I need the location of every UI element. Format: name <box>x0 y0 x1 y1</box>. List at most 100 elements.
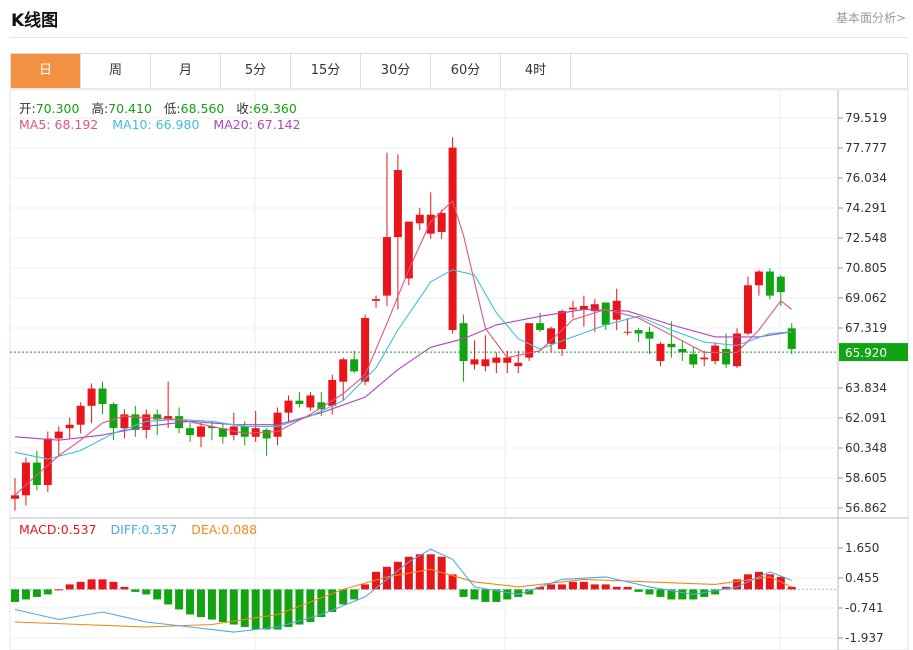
candle-body <box>196 426 205 437</box>
price-tick-label: 62.091 <box>845 411 887 425</box>
candle-body <box>492 357 501 363</box>
candle-body <box>722 348 731 365</box>
macd-bar <box>678 589 687 600</box>
macd-tick-label: 1.650 <box>845 541 879 555</box>
candle-body <box>393 169 402 238</box>
macd-bar <box>481 589 490 602</box>
ma5-label: MA5: <box>19 117 51 132</box>
macd-bar <box>634 589 643 592</box>
open-value: 70.300 <box>35 101 80 116</box>
macd-bar <box>656 589 665 597</box>
macd-tick-label: -1.937 <box>845 631 884 645</box>
candle-body <box>711 345 720 362</box>
candle-body <box>76 405 85 425</box>
ma20-label: MA20: <box>213 117 253 132</box>
candle-body <box>754 271 763 286</box>
macd-bar <box>21 589 30 600</box>
macd-bar <box>251 589 260 630</box>
candle-body <box>776 276 785 293</box>
candle-body <box>536 323 545 331</box>
high-value: 70.410 <box>108 101 152 116</box>
macd-bar <box>87 579 96 590</box>
macd-bar <box>273 589 282 630</box>
candle-body <box>11 495 19 499</box>
candle-body <box>787 328 796 349</box>
macd-bar <box>186 589 195 615</box>
macd-tick-label: -0.741 <box>845 601 884 615</box>
macd-bar <box>131 589 140 592</box>
close-label: 收: <box>236 101 254 116</box>
candle-body <box>601 302 610 325</box>
candle-body <box>623 331 632 333</box>
macd-bar <box>153 589 162 600</box>
macd-bar <box>558 584 566 590</box>
macd-bar <box>142 589 151 595</box>
macd-bar <box>164 589 173 605</box>
candle-body <box>470 359 479 365</box>
candle-body <box>339 359 348 382</box>
macd-bar <box>754 571 763 590</box>
macd-bar <box>612 586 621 590</box>
price-tick-label: 58.605 <box>845 471 887 485</box>
candle-body <box>65 424 74 429</box>
macd-bar <box>339 589 348 605</box>
macd-bar <box>459 589 468 597</box>
price-tick-label: 74.291 <box>845 201 887 215</box>
candle-body <box>350 359 359 372</box>
candle-body <box>678 348 687 353</box>
macd-bar <box>109 581 118 590</box>
macd-bar <box>503 589 512 600</box>
candle-body <box>87 388 96 406</box>
candle-body <box>656 343 665 362</box>
open-label: 开: <box>19 101 36 116</box>
price-tick-label: 72.548 <box>845 231 887 245</box>
ohlc-readout: 开:70.300 高:70.410 低:68.560 收:69.360 <box>19 98 297 117</box>
candle-body <box>186 428 195 436</box>
macd-label: MACD: <box>19 522 61 537</box>
macd-bar <box>547 584 556 590</box>
candle-body <box>262 429 271 439</box>
candle-body <box>372 299 381 301</box>
diff-label: DIFF: <box>110 522 142 537</box>
macd-bar <box>426 554 435 590</box>
price-tick-label: 76.034 <box>845 171 887 185</box>
macd-bar <box>262 589 271 630</box>
macd-bar <box>65 584 74 590</box>
price-tick-label: 63.834 <box>845 381 887 395</box>
candle-body <box>514 362 523 367</box>
candle-body <box>634 330 643 334</box>
chart-frame <box>9 89 909 650</box>
candle-body <box>415 214 424 224</box>
macd-bar <box>568 581 577 590</box>
candle-body <box>503 357 512 363</box>
price-tick-label: 79.519 <box>845 111 887 125</box>
macd-bar <box>601 584 610 590</box>
macd-bar <box>11 589 19 602</box>
candle-body <box>32 462 41 485</box>
dea-value: 0.088 <box>221 522 258 537</box>
macd-bar <box>350 589 359 600</box>
candle-body <box>426 214 435 234</box>
price-tick-label: 69.062 <box>845 291 887 305</box>
macd-bar <box>32 589 41 597</box>
candle-body <box>481 359 490 367</box>
ma-readout: MA5: 68.192 MA10: 66.980 MA20: 67.142 <box>19 117 301 132</box>
price-tick-label: 70.805 <box>845 261 887 275</box>
last-price-tag-label: 65.920 <box>845 346 887 360</box>
candle-body <box>295 400 304 405</box>
macd-bar <box>43 589 52 595</box>
dea-label: DEA: <box>191 522 222 537</box>
candle-body <box>240 426 249 437</box>
candle-body <box>547 328 556 344</box>
macd-value: 0.537 <box>60 522 97 537</box>
macd-bar <box>120 586 129 590</box>
ma5-value: 68.192 <box>54 117 99 132</box>
macd-bar <box>284 589 293 628</box>
candle-body <box>568 307 577 310</box>
candle-body <box>382 237 391 296</box>
low-value: 68.560 <box>180 101 225 116</box>
price-tick-label: 77.777 <box>845 141 887 155</box>
candle-body <box>645 331 654 339</box>
candle-body <box>361 318 370 382</box>
candle-body <box>437 212 446 232</box>
